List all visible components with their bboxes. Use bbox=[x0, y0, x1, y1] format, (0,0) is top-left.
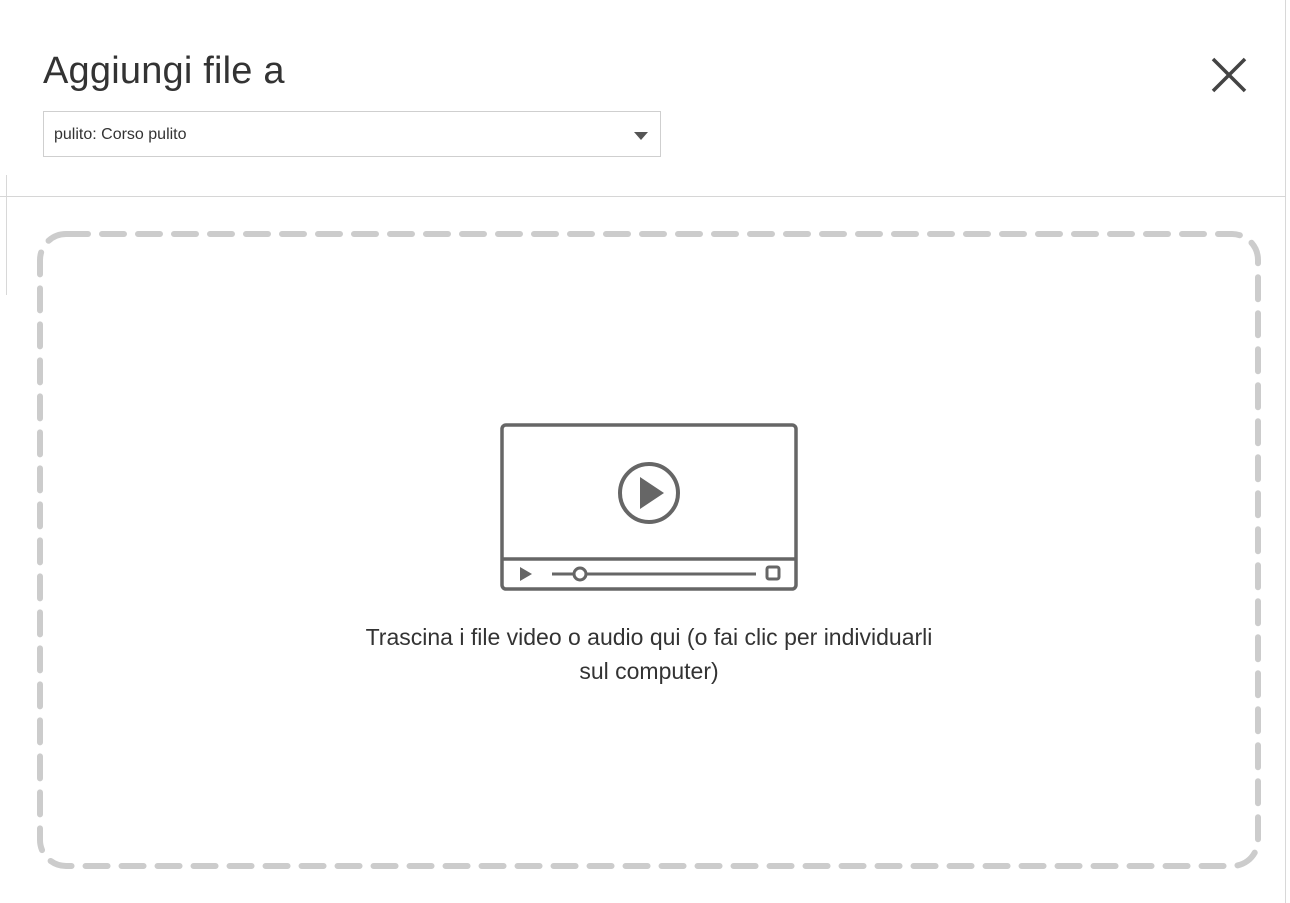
close-icon bbox=[1211, 57, 1247, 93]
caret-down-icon bbox=[634, 132, 648, 140]
dropzone-instructions: Trascina i file video o audio qui (o fai… bbox=[365, 624, 933, 684]
dialog-header: Aggiungi file a pulito: Corso pulito bbox=[0, 0, 1286, 197]
destination-select[interactable]: pulito: Corso pulito bbox=[43, 111, 661, 157]
file-dropzone[interactable]: Trascina i file video o audio qui (o fai… bbox=[36, 230, 1262, 870]
video-player-icon bbox=[500, 423, 798, 591]
destination-select-value: pulito: Corso pulito bbox=[54, 126, 187, 143]
dialog-title: Aggiungi file a bbox=[43, 50, 285, 92]
close-button[interactable] bbox=[1204, 50, 1254, 100]
add-files-dialog: Aggiungi file a pulito: Corso pulito Tra… bbox=[0, 0, 1290, 903]
